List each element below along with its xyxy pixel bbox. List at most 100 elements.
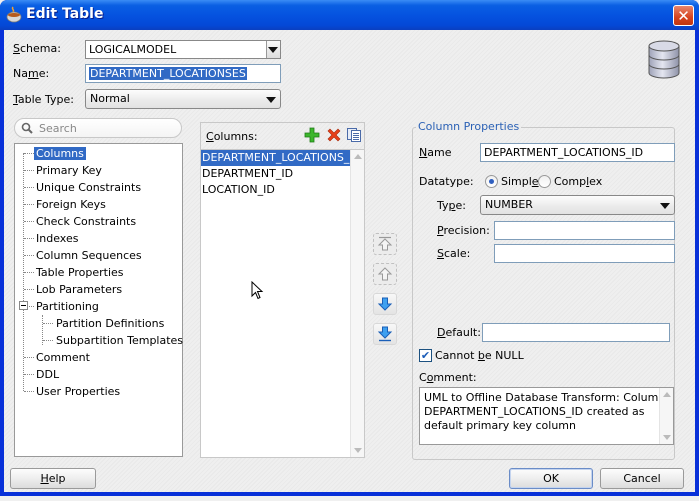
type-label: Type: xyxy=(437,199,466,212)
move-down-button[interactable] xyxy=(373,293,397,315)
copy-icon[interactable] xyxy=(346,127,362,143)
tree-connector xyxy=(24,255,34,256)
type-value: NUMBER xyxy=(485,198,533,211)
column-list-item[interactable]: DEPARTMENT_LOCATIONS_ID xyxy=(201,150,361,166)
move-bottom-icon xyxy=(377,326,393,342)
tree-connector xyxy=(24,170,34,171)
checkmark-icon: ✔ xyxy=(420,349,431,362)
comment-textarea[interactable]: UML to Offline Database Transform: Colum… xyxy=(419,387,674,445)
move-up-button[interactable] xyxy=(373,263,397,285)
scroll-down-icon[interactable] xyxy=(354,448,362,453)
table-name-input[interactable]: DEPARTMENT_LOCATIONSES xyxy=(85,64,281,83)
tree-item-ddl[interactable]: DDL xyxy=(34,367,61,382)
scroll-down-icon[interactable] xyxy=(663,435,671,440)
columns-scrollbar[interactable] xyxy=(350,150,364,457)
tree-connector xyxy=(24,153,34,154)
simple-radio-label[interactable]: Simple xyxy=(501,175,539,188)
tree-connector xyxy=(24,272,34,273)
arrow-up-icon xyxy=(377,267,393,281)
database-icon xyxy=(648,40,680,79)
close-icon: ✕ xyxy=(677,6,690,25)
columns-list: DEPARTMENT_LOCATIONS_ID DEPARTMENT_ID LO… xyxy=(201,149,364,457)
navigation-tree: Columns Primary Key Unique Constraints F… xyxy=(14,143,183,457)
tree-item-columns[interactable]: Columns xyxy=(34,146,86,161)
schema-value: LOGICALMODEL xyxy=(89,43,177,56)
column-list-item[interactable]: DEPARTMENT_ID xyxy=(201,166,293,182)
columns-panel: Columns: DEPARTMENT_LOCATIONS_ID DEPARTM… xyxy=(200,122,365,458)
name-label: Name: xyxy=(13,67,50,80)
table-type-value: Normal xyxy=(90,92,130,105)
tree-connector xyxy=(24,357,34,358)
tree-item-partition-definitions[interactable]: Partition Definitions xyxy=(54,316,166,331)
scale-label: Scale: xyxy=(437,247,471,260)
default-input[interactable] xyxy=(482,323,670,342)
table-type-label: Table Type: xyxy=(13,93,74,106)
schema-dropdown-button[interactable] xyxy=(266,41,280,58)
column-name-value: DEPARTMENT_LOCATIONS_ID xyxy=(484,146,644,159)
ok-button[interactable]: OK xyxy=(509,468,593,489)
edit-table-dialog: Edit Table ✕ Schema: LOGICALMODEL Name: … xyxy=(0,0,699,496)
coffee-cup-icon xyxy=(6,6,22,23)
tree-connector xyxy=(24,374,34,375)
close-button[interactable]: ✕ xyxy=(673,5,694,26)
table-type-select[interactable]: Normal xyxy=(85,89,281,109)
schema-label: Schema: xyxy=(13,42,61,55)
tree-connector xyxy=(24,221,34,222)
tree-item-unique-constraints[interactable]: Unique Constraints xyxy=(34,180,143,195)
tree-connector xyxy=(24,204,34,205)
cannot-be-null-checkbox[interactable]: ✔ xyxy=(419,349,432,362)
move-top-icon xyxy=(377,236,393,251)
delete-icon[interactable] xyxy=(326,127,342,143)
window-title: Edit Table xyxy=(26,6,104,22)
default-label: Default: xyxy=(437,326,481,339)
complex-radio-label[interactable]: Complex xyxy=(554,175,602,188)
tree-item-check-constraints[interactable]: Check Constraints xyxy=(34,214,138,229)
column-name-input[interactable]: DEPARTMENT_LOCATIONS_ID xyxy=(480,143,675,162)
complex-radio[interactable] xyxy=(538,175,551,188)
table-name-value: DEPARTMENT_LOCATIONSES xyxy=(89,67,247,80)
comment-scrollbar[interactable] xyxy=(659,388,673,444)
title-bar[interactable]: Edit Table ✕ xyxy=(0,0,699,30)
tree-item-lob-parameters[interactable]: Lob Parameters xyxy=(34,282,124,297)
cancel-button[interactable]: Cancel xyxy=(600,468,684,489)
move-to-top-button[interactable] xyxy=(373,233,397,255)
simple-radio[interactable] xyxy=(485,175,498,188)
chevron-down-icon xyxy=(268,47,278,53)
type-select[interactable]: NUMBER xyxy=(480,195,675,215)
tree-connector xyxy=(24,391,34,392)
tree-item-comment[interactable]: Comment xyxy=(34,350,92,365)
help-button[interactable]: Help xyxy=(10,468,96,489)
tree-item-column-sequences[interactable]: Column Sequences xyxy=(34,248,144,263)
tree-item-table-properties[interactable]: Table Properties xyxy=(34,265,126,280)
add-icon[interactable] xyxy=(304,127,320,143)
tree-item-subpartition-templates[interactable]: Subpartition Templates xyxy=(54,333,185,348)
tree-connector xyxy=(24,187,34,188)
scale-input[interactable] xyxy=(494,244,675,263)
comment-line: DEPARTMENT_LOCATIONS_ID created as xyxy=(424,405,645,418)
collapse-icon[interactable] xyxy=(19,301,28,310)
schema-combobox[interactable]: LOGICALMODEL xyxy=(85,40,281,59)
tree-item-indexes[interactable]: Indexes xyxy=(34,231,80,246)
tree-connector xyxy=(24,238,34,239)
dialog-body: Schema: LOGICALMODEL Name: DEPARTMENT_LO… xyxy=(4,30,695,492)
precision-input[interactable] xyxy=(494,221,675,240)
tree-item-foreign-keys[interactable]: Foreign Keys xyxy=(34,197,108,212)
cannot-be-null-label[interactable]: Cannot be NULL xyxy=(435,349,524,362)
tree-item-partitioning[interactable]: Partitioning xyxy=(34,299,101,314)
comment-line: UML to Offline Database Transform: Colum… xyxy=(424,391,666,404)
arrow-down-icon xyxy=(377,297,393,311)
tree-item-primary-key[interactable]: Primary Key xyxy=(34,163,104,178)
scroll-up-icon[interactable] xyxy=(354,154,362,159)
chevron-down-icon xyxy=(266,97,276,103)
move-to-bottom-button[interactable] xyxy=(373,323,397,345)
column-properties-title: Column Properties xyxy=(416,120,522,133)
search-field[interactable]: Search xyxy=(14,118,182,138)
column-name-label: Name xyxy=(419,146,452,159)
tree-item-user-properties[interactable]: User Properties xyxy=(34,384,122,399)
scroll-up-icon[interactable] xyxy=(663,392,671,397)
comment-label: Comment: xyxy=(419,371,477,384)
tree-connector xyxy=(43,323,53,324)
column-list-item[interactable]: LOCATION_ID xyxy=(201,182,275,198)
search-placeholder: Search xyxy=(39,122,77,135)
precision-label: Precision: xyxy=(437,224,490,237)
